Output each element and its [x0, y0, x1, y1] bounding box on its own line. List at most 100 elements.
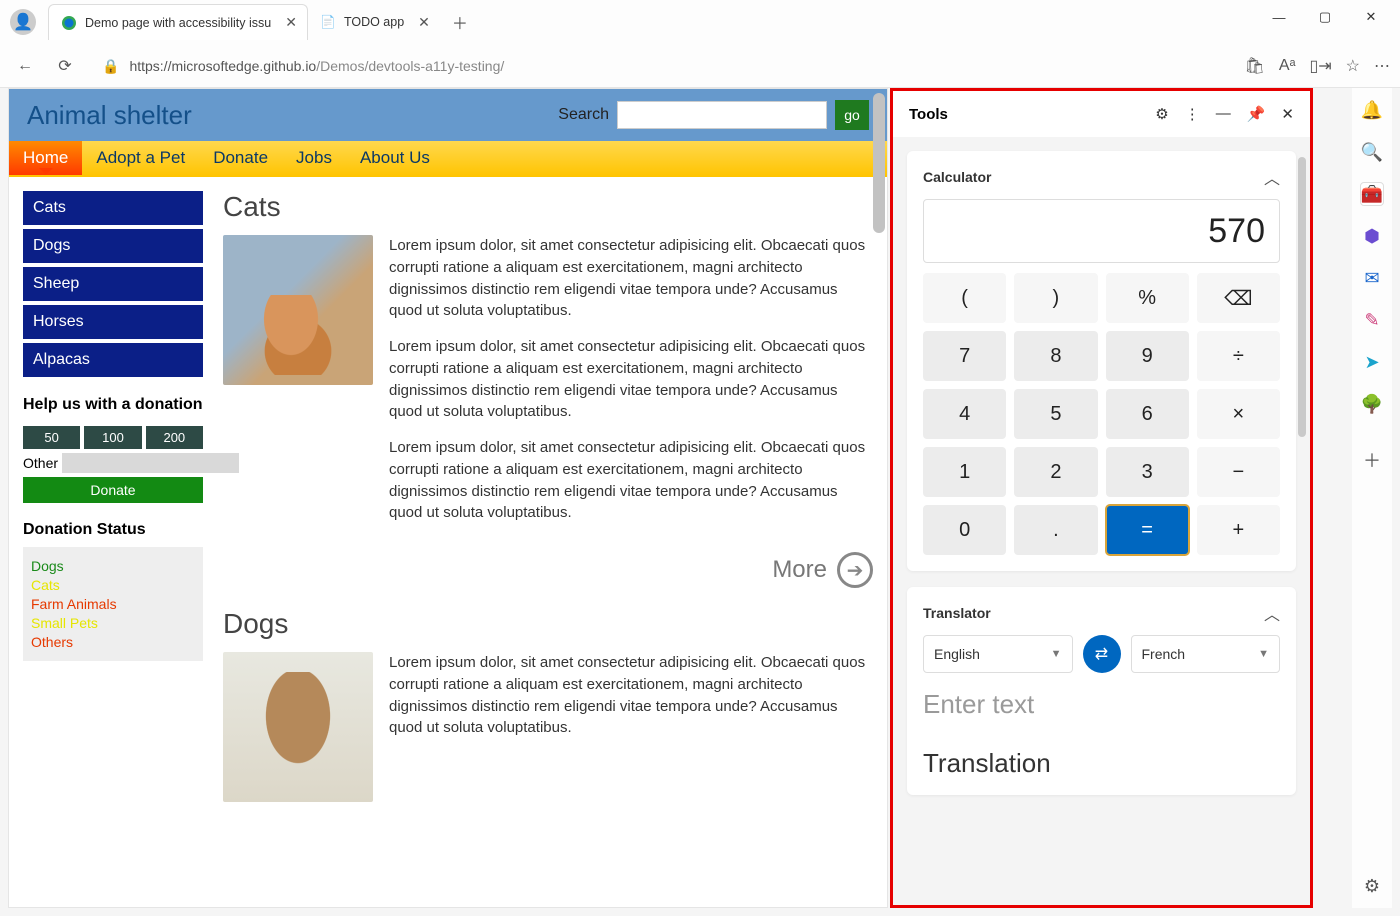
sidebar: Cats Dogs Sheep Horses Alpacas Help us w…: [23, 191, 203, 907]
url-host: https://microsoftedge.github.io: [129, 58, 316, 74]
tab-demo-page[interactable]: Demo page with accessibility issu ✕: [48, 4, 308, 40]
calc-8[interactable]: 8: [1014, 331, 1097, 381]
microsoft365-icon[interactable]: ⬢: [1360, 224, 1384, 248]
other-label: Other: [23, 455, 58, 471]
calc-6[interactable]: 6: [1106, 389, 1189, 439]
gear-icon[interactable]: ⚙: [1360, 874, 1384, 898]
nav-donate[interactable]: Donate: [199, 141, 282, 175]
search-sparkle-icon[interactable]: 🔍: [1360, 140, 1384, 164]
close-icon[interactable]: ✕: [1281, 105, 1294, 123]
maximize-button[interactable]: ▢: [1302, 0, 1348, 34]
calc-dot[interactable]: .: [1014, 505, 1097, 555]
sidebar-item-horses[interactable]: Horses: [23, 305, 203, 339]
favorite-icon[interactable]: ☆: [1346, 56, 1360, 76]
calc-percent[interactable]: %: [1106, 273, 1189, 323]
tree-icon[interactable]: 🌳: [1360, 392, 1384, 416]
donate-50[interactable]: 50: [23, 426, 80, 449]
reader-icon[interactable]: ▯⇥: [1309, 56, 1331, 76]
calc-multiply[interactable]: ×: [1197, 389, 1280, 439]
dogs-para-1: Lorem ipsum dolor, sit amet consectetur …: [389, 652, 873, 739]
to-language-select[interactable]: French ▼: [1131, 635, 1281, 673]
calc-5[interactable]: 5: [1014, 389, 1097, 439]
other-amount-input[interactable]: [62, 453, 239, 473]
tools-title: Tools: [909, 106, 948, 123]
donate-100[interactable]: 100: [84, 426, 141, 449]
chevron-down-icon: ▼: [1258, 648, 1269, 660]
minimize-icon[interactable]: —: [1216, 105, 1231, 123]
main-nav: Home Adopt a Pet Donate Jobs About Us: [9, 141, 887, 177]
close-icon[interactable]: ✕: [418, 14, 430, 31]
swap-languages-button[interactable]: ⇄: [1083, 635, 1121, 673]
sidebar-item-sheep[interactable]: Sheep: [23, 267, 203, 301]
from-language-select[interactable]: English ▼: [923, 635, 1073, 673]
close-icon[interactable]: ✕: [285, 14, 297, 31]
calc-2[interactable]: 2: [1014, 447, 1097, 497]
translator-output-label: Translation: [923, 748, 1280, 779]
calc-3[interactable]: 3: [1106, 447, 1189, 497]
nav-adopt[interactable]: Adopt a Pet: [82, 141, 199, 175]
donate-200[interactable]: 200: [146, 426, 203, 449]
donation-heading: Help us with a donation: [23, 395, 203, 416]
outlook-icon[interactable]: ✉: [1360, 266, 1384, 290]
calc-rparen[interactable]: ): [1014, 273, 1097, 323]
send-icon[interactable]: ➤: [1360, 350, 1384, 374]
tools-scrollbar[interactable]: [1298, 157, 1306, 437]
bell-icon[interactable]: 🔔: [1360, 98, 1384, 122]
calc-4[interactable]: 4: [923, 389, 1006, 439]
chevron-up-icon[interactable]: ︿: [1264, 601, 1280, 625]
sidebar-item-alpacas[interactable]: Alpacas: [23, 343, 203, 377]
nav-jobs[interactable]: Jobs: [282, 141, 346, 175]
new-tab-button[interactable]: ＋: [446, 8, 474, 36]
calc-minus[interactable]: −: [1197, 447, 1280, 497]
calc-1[interactable]: 1: [923, 447, 1006, 497]
calc-9[interactable]: 9: [1106, 331, 1189, 381]
add-sidebar-icon[interactable]: ＋: [1360, 448, 1384, 472]
edge-icon: [61, 15, 77, 31]
pin-icon[interactable]: 📌: [1247, 105, 1266, 123]
tab-strip: 👤 Demo page with accessibility issu ✕ 📄 …: [0, 0, 1400, 44]
go-button[interactable]: go: [835, 100, 869, 130]
url-input[interactable]: 🔒 https://microsoftedge.github.io/Demos/…: [90, 50, 1235, 82]
refresh-button[interactable]: ⟳: [50, 51, 80, 81]
profile-avatar[interactable]: 👤: [10, 9, 36, 35]
status-others[interactable]: Others: [31, 634, 195, 650]
shopping-icon[interactable]: 🛍: [1245, 56, 1265, 76]
calculator-keypad: ( ) % ⌫ 7 8 9 ÷ 4 5 6 × 1 2 3 − 0: [923, 273, 1280, 555]
status-small-pets[interactable]: Small Pets: [31, 615, 195, 631]
donate-button[interactable]: Donate: [23, 477, 203, 503]
chevron-down-icon: ▼: [1051, 648, 1062, 660]
more-link[interactable]: More ➔: [223, 552, 873, 588]
read-aloud-icon[interactable]: Aᵃ: [1279, 57, 1296, 75]
status-dogs[interactable]: Dogs: [31, 558, 195, 574]
settings-sliders-icon[interactable]: ⚙: [1155, 105, 1168, 123]
toolbox-icon[interactable]: 🧰: [1360, 182, 1384, 206]
search-input[interactable]: [617, 101, 827, 129]
calc-0[interactable]: 0: [923, 505, 1006, 555]
calc-7[interactable]: 7: [923, 331, 1006, 381]
chevron-up-icon[interactable]: ︿: [1264, 165, 1280, 189]
calc-equals[interactable]: =: [1106, 505, 1189, 555]
translator-input[interactable]: Enter text: [923, 689, 1280, 720]
edit-icon[interactable]: ✎: [1360, 308, 1384, 332]
nav-about[interactable]: About Us: [346, 141, 444, 175]
more-icon[interactable]: ⋯: [1374, 56, 1390, 76]
nav-home[interactable]: Home: [9, 141, 82, 175]
minimize-button[interactable]: —: [1256, 0, 1302, 34]
back-button[interactable]: ←: [10, 51, 40, 81]
calc-lparen[interactable]: (: [923, 273, 1006, 323]
dog-image: [223, 652, 373, 802]
status-cats[interactable]: Cats: [31, 577, 195, 593]
status-farm[interactable]: Farm Animals: [31, 596, 195, 612]
calc-divide[interactable]: ÷: [1197, 331, 1280, 381]
sidebar-item-dogs[interactable]: Dogs: [23, 229, 203, 263]
from-language-label: English: [934, 646, 980, 662]
lock-icon: 🔒: [102, 58, 119, 75]
more-vertical-icon[interactable]: ⋮: [1185, 105, 1200, 123]
calc-plus[interactable]: +: [1197, 505, 1280, 555]
calc-backspace[interactable]: ⌫: [1197, 273, 1280, 323]
page-scrollbar[interactable]: [873, 93, 885, 233]
cats-para-1: Lorem ipsum dolor, sit amet consectetur …: [389, 235, 873, 322]
tab-todo-app[interactable]: 📄 TODO app ✕: [308, 4, 440, 40]
sidebar-item-cats[interactable]: Cats: [23, 191, 203, 225]
close-window-button[interactable]: ✕: [1348, 0, 1394, 34]
